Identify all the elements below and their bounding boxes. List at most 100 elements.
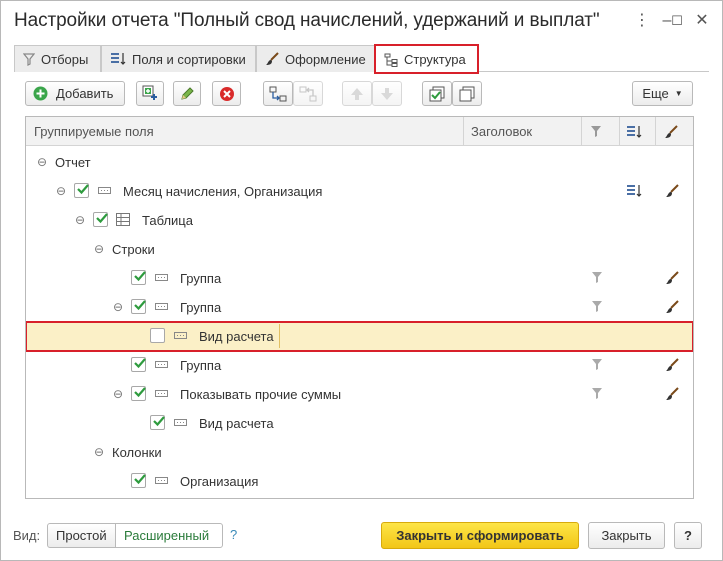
field-icon xyxy=(98,187,111,194)
tab-appearance[interactable]: Оформление xyxy=(256,45,375,72)
filter-icon[interactable] xyxy=(591,300,603,313)
tree-row[interactable]: ⊖ Таблица xyxy=(26,206,693,235)
close-button[interactable]: Закрыть xyxy=(588,522,665,549)
help-button[interactable]: ? xyxy=(674,522,702,549)
brush-icon[interactable] xyxy=(665,271,679,285)
brush-icon[interactable] xyxy=(665,184,679,198)
tree-row[interactable]: ⊖ Отчет xyxy=(26,148,693,177)
filter-icon[interactable] xyxy=(591,387,603,400)
add-button[interactable]: Добавить xyxy=(25,81,125,106)
tree-row-selected[interactable]: Вид расчета xyxy=(26,321,693,352)
row-checkbox[interactable] xyxy=(93,212,108,227)
collapse-toggle-icon[interactable]: ⊖ xyxy=(36,154,48,170)
tree-row[interactable]: ⊖ Колонки xyxy=(26,438,693,467)
view-label: Вид: xyxy=(13,528,41,543)
row-checkbox[interactable] xyxy=(131,473,146,488)
collapse-toggle-icon[interactable]: ⊖ xyxy=(112,299,124,315)
structure-icon xyxy=(384,53,398,67)
help-button-label: ? xyxy=(684,528,692,543)
help-link[interactable]: ? xyxy=(230,527,237,542)
filter-icon xyxy=(23,52,35,66)
tree-row[interactable]: Группа xyxy=(26,264,693,293)
row-label: Месяц начисления, Организация xyxy=(123,184,323,199)
move-up-button[interactable] xyxy=(342,81,372,106)
fields-sort-icon[interactable] xyxy=(626,184,642,198)
close-button-label: Закрыть xyxy=(601,528,652,543)
move-down-button[interactable] xyxy=(372,81,402,106)
tab-bar: Отборы Поля и сортировки Оформление Стру… xyxy=(14,44,709,74)
row-label: Группа xyxy=(180,300,222,315)
tab-fields-sorting[interactable]: Поля и сортировки xyxy=(101,45,256,72)
brush-icon xyxy=(265,52,279,66)
row-checkbox[interactable] xyxy=(131,357,146,372)
table-icon xyxy=(116,213,130,226)
close-and-generate-button[interactable]: Закрыть и сформировать xyxy=(381,522,579,549)
tab-label: Оформление xyxy=(285,51,366,67)
brush-icon[interactable] xyxy=(665,358,679,372)
arrow-down-icon xyxy=(381,87,393,100)
field-icon xyxy=(174,419,187,426)
row-label: Отчет xyxy=(55,155,91,170)
collapse-toggle-icon[interactable]: ⊖ xyxy=(55,183,67,199)
close-icon[interactable]: ✕ xyxy=(692,10,712,32)
edit-button[interactable] xyxy=(173,81,201,106)
add-group-icon xyxy=(142,85,157,100)
more-menu-icon[interactable]: ⋮ xyxy=(632,10,652,32)
grid-header: Группируемые поля Заголовок xyxy=(26,117,693,146)
chevron-down-icon: ▼ xyxy=(674,89,683,98)
field-icon xyxy=(155,274,168,281)
ungroup-items-button[interactable] xyxy=(293,81,323,106)
tree-row[interactable]: ⊖ Месяц начисления, Организация xyxy=(26,177,693,206)
row-checkbox[interactable] xyxy=(150,328,165,343)
row-label: Колонки xyxy=(112,445,162,460)
tree-row[interactable]: Организация xyxy=(26,467,693,496)
view-simple-button[interactable]: Простой xyxy=(47,523,116,548)
tree-row[interactable]: Вид расчета xyxy=(26,409,693,438)
filter-column-icon[interactable] xyxy=(590,117,602,146)
collapse-toggle-icon[interactable]: ⊖ xyxy=(74,212,86,228)
filter-icon[interactable] xyxy=(591,271,603,284)
brush-icon[interactable] xyxy=(665,387,679,401)
fields-sort-column-icon[interactable] xyxy=(626,117,642,146)
collapse-toggle-icon[interactable]: ⊖ xyxy=(93,444,105,460)
tab-filters[interactable]: Отборы xyxy=(14,45,101,72)
row-checkbox[interactable] xyxy=(74,183,89,198)
uncheck-all-button[interactable] xyxy=(452,81,482,106)
row-checkbox[interactable] xyxy=(150,415,165,430)
column-header-fields[interactable]: Группируемые поля xyxy=(34,117,154,146)
group-items-icon xyxy=(269,86,287,101)
brush-column-icon[interactable] xyxy=(664,117,678,146)
check-all-icon xyxy=(429,86,445,101)
row-checkbox[interactable] xyxy=(131,270,146,285)
row-checkbox[interactable] xyxy=(131,386,146,401)
row-label: Вид расчета xyxy=(199,329,274,344)
arrow-up-icon xyxy=(351,87,363,100)
filter-icon[interactable] xyxy=(591,358,603,371)
group-items-button[interactable] xyxy=(263,81,293,106)
row-label: Показывать прочие суммы xyxy=(180,387,342,402)
collapse-toggle-icon[interactable]: ⊖ xyxy=(93,241,105,257)
row-label: Строки xyxy=(112,242,155,257)
view-extended-button[interactable]: Расширенный xyxy=(115,523,223,548)
more-button-label: Еще xyxy=(642,86,669,101)
field-icon xyxy=(174,332,187,339)
row-label: Таблица xyxy=(142,213,193,228)
delete-icon xyxy=(219,86,234,101)
tree-row[interactable]: Группа xyxy=(26,351,693,380)
row-label: Организация xyxy=(180,474,259,489)
row-label: Группа xyxy=(180,358,222,373)
tab-label: Структура xyxy=(404,52,466,67)
tree-row[interactable]: ⊖ Строки xyxy=(26,235,693,264)
tree-row[interactable]: ⊖ Показывать прочие суммы xyxy=(26,380,693,409)
delete-button[interactable] xyxy=(212,81,241,106)
more-button[interactable]: Еще ▼ xyxy=(632,81,693,106)
tree-row[interactable]: ⊖ Группа xyxy=(26,293,693,322)
check-all-button[interactable] xyxy=(422,81,452,106)
collapse-toggle-icon[interactable]: ⊖ xyxy=(112,386,124,402)
brush-icon[interactable] xyxy=(665,300,679,314)
tab-structure[interactable]: Структура xyxy=(374,44,479,74)
add-group-button[interactable] xyxy=(136,81,164,106)
column-header-heading[interactable]: Заголовок xyxy=(471,117,532,146)
maximize-icon[interactable]: ☐ xyxy=(667,10,687,32)
row-checkbox[interactable] xyxy=(131,299,146,314)
